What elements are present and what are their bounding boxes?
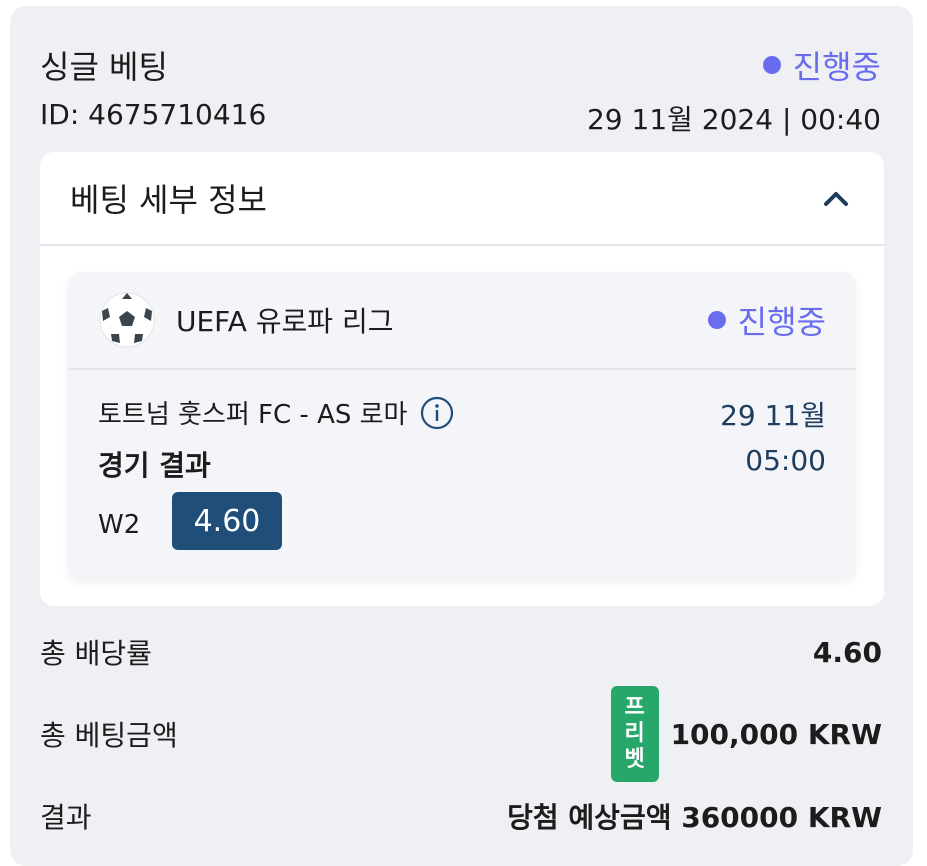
event-body: 토트넘 훗스퍼 FC - AS 로마 29 11월 경기 결과 05:00 W2… xyxy=(68,370,856,578)
event-status: 진행중 xyxy=(707,297,826,343)
status-dot-icon xyxy=(762,56,781,74)
selection-label: W2 xyxy=(98,510,141,540)
league-name: UEFA 유로파 리그 xyxy=(176,305,394,338)
match-name: 토트넘 훗스퍼 FC - AS 로마 xyxy=(98,400,408,430)
result-label: 결과 xyxy=(40,801,92,834)
bet-details-panel: 베팅 세부 정보 UEFA 유로파 리그 진행중 토트넘 훗스퍼 FC - AS… xyxy=(40,152,884,606)
chevron-up-icon[interactable] xyxy=(818,180,854,216)
bet-date: 29 11월 2024 | 00:40 xyxy=(586,103,881,136)
total-odds-value: 4.60 xyxy=(812,635,882,669)
bet-card: 싱글 베팅 진행중 ID: 4675710416 29 11월 2024 | 0… xyxy=(10,6,913,866)
total-odds-row: 총 배당률 4.60 xyxy=(40,632,882,672)
bet-id: ID: 4675710416 xyxy=(40,98,267,131)
match-teams: 토트넘 훗스퍼 FC - AS 로마 xyxy=(98,394,455,431)
bet-status-label: 진행중 xyxy=(792,48,881,86)
soccer-ball-icon xyxy=(99,292,155,348)
odds-badge: 4.60 xyxy=(172,492,282,550)
bet-details-header[interactable]: 베팅 세부 정보 xyxy=(40,152,884,246)
event-card: UEFA 유로파 리그 진행중 토트넘 훗스퍼 FC - AS 로마 29 11… xyxy=(68,272,856,580)
total-odds-label: 총 배당률 xyxy=(40,637,152,670)
match-time: 05:00 xyxy=(745,444,826,477)
match-date: 29 11월 xyxy=(720,399,826,432)
market-name: 경기 결과 xyxy=(98,449,211,482)
freebet-char: 벳 xyxy=(624,747,645,772)
potential-win-value: 당첨 예상금액 360000 KRW xyxy=(507,801,882,834)
total-stake-amount: 프 리 벳 100,000 KRW xyxy=(610,686,882,782)
bet-details-title: 베팅 세부 정보 xyxy=(70,181,267,219)
freebet-char: 리 xyxy=(624,721,645,746)
total-stake-label: 총 베팅금액 xyxy=(40,719,178,752)
total-stake-value: 100,000 KRW xyxy=(670,717,882,751)
freebet-char: 프 xyxy=(624,695,645,720)
result-row: 결과 당첨 예상금액 360000 KRW xyxy=(40,796,882,836)
status-dot-icon xyxy=(707,311,726,329)
info-icon[interactable] xyxy=(419,395,455,431)
event-status-label: 진행중 xyxy=(737,303,826,341)
total-stake-row: 총 베팅금액 프 리 벳 100,000 KRW xyxy=(40,686,882,782)
bet-status: 진행중 xyxy=(762,42,881,88)
freebet-badge: 프 리 벳 xyxy=(610,686,659,782)
event-header: UEFA 유로파 리그 진행중 xyxy=(68,272,856,370)
bet-type-title: 싱글 베팅 xyxy=(40,48,168,86)
